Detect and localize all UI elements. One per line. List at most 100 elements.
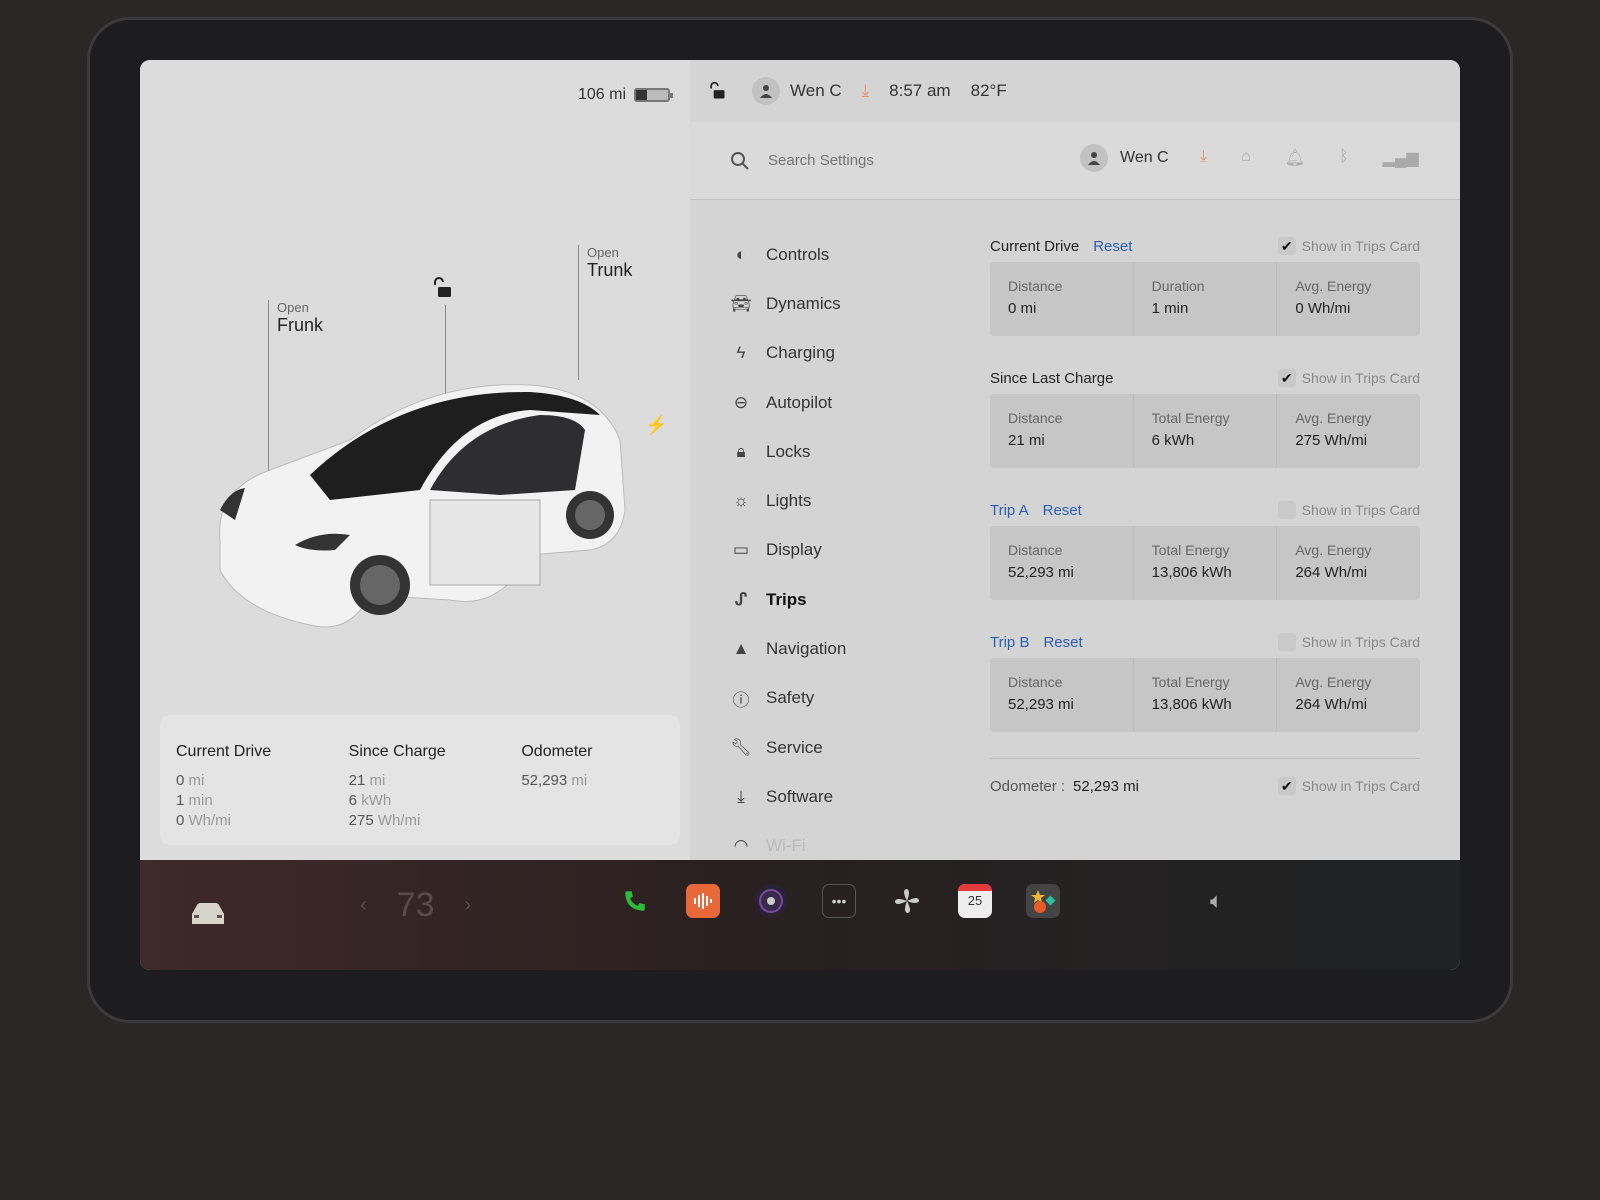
wifi-icon: ◠ xyxy=(733,836,749,856)
bluetooth-icon[interactable]: ᛒ xyxy=(1339,148,1349,168)
show-in-trips-card-checkbox[interactable]: ✔ Show in Trips Card xyxy=(1277,369,1420,387)
nav-item-label: Lights xyxy=(766,491,812,511)
bolt-icon: ϟ xyxy=(736,343,746,363)
show-in-trips-card-checkbox[interactable]: ✔ Show in Trips Card xyxy=(1277,777,1420,795)
fan-icon[interactable] xyxy=(890,884,924,918)
profile-button[interactable]: Wen C xyxy=(1080,144,1169,172)
show-in-trips-card-checkbox[interactable]: Show in Trips Card xyxy=(1277,633,1420,651)
homelink-icon[interactable]: ⌂ xyxy=(1241,148,1251,168)
user-icon xyxy=(752,77,780,105)
nav-item-label: Controls xyxy=(766,244,830,264)
climate-control: ‹ 73 › xyxy=(360,886,471,925)
show-in-trips-card-checkbox[interactable]: ✔ Show in Trips Card xyxy=(1277,237,1420,255)
trips-card-title: Current Drive xyxy=(176,743,272,760)
lte-signal-icon: ▂▄▆ xyxy=(1382,150,1419,167)
stat-label: Avg. Energy xyxy=(1295,674,1372,690)
nav-item-autopilot[interactable]: ⊖ Autopilot xyxy=(730,378,970,427)
voice-recorder-icon[interactable] xyxy=(686,884,720,918)
trips-card: Current Drive 0 mi 1 min 0 Wh/mi Since C… xyxy=(160,715,680,845)
profile-name: Wen C xyxy=(1120,149,1169,166)
lock-icon: 🔒︎ xyxy=(736,441,746,461)
toybox-icon[interactable] xyxy=(1026,884,1060,918)
stat-cell: Avg. Energy 0 Wh/mi xyxy=(1277,262,1420,336)
camera-icon[interactable] xyxy=(754,884,788,918)
trip-b-section: Trip B Reset Show in Trips Card Distance… xyxy=(990,626,1420,732)
checkbox-label: Show in Trips Card xyxy=(1301,238,1420,254)
nav-item-label: Software xyxy=(766,786,834,806)
reset-current-drive-button[interactable]: Reset xyxy=(1093,238,1132,255)
nav-item-navigation[interactable]: ▲ Navigation xyxy=(730,624,970,673)
unit: mi xyxy=(571,772,588,789)
odometer-value: 52,293 mi xyxy=(1073,777,1139,795)
search-settings-input[interactable] xyxy=(768,152,1068,169)
outside-temperature: 82°F xyxy=(970,81,1007,100)
unit: Wh/mi xyxy=(188,812,232,829)
steering-wheel-icon: ⊖ xyxy=(733,392,749,412)
nav-item-software[interactable]: ⤓ Software xyxy=(730,772,970,821)
unlocked-icon xyxy=(710,81,725,99)
stats-panel: Distance 52,293 mi Total Energy 13,806 kWh A… xyxy=(990,526,1420,600)
calendar-day: 25 xyxy=(967,893,983,908)
nav-item-locks[interactable]: 🔒︎ Locks xyxy=(730,427,970,476)
stat-cell: Distance 0 mi xyxy=(990,262,1134,336)
current-drive-section: Current Drive Reset ✔ Show in Trips Card … xyxy=(990,230,1420,336)
unit: mi xyxy=(369,772,386,789)
temp-up-button[interactable]: › xyxy=(465,894,472,917)
unit: min xyxy=(188,792,213,809)
odometer-value: 52,293 xyxy=(521,772,568,789)
nav-item-lights[interactable]: ☼ Lights xyxy=(730,476,970,525)
nav-item-safety[interactable]: ⓘ Safety xyxy=(730,674,970,723)
calendar-header xyxy=(958,884,992,891)
download-icon[interactable]: ⤓ xyxy=(1200,148,1207,168)
car-unlock-button[interactable] xyxy=(430,276,454,305)
volume-icon[interactable]: 🔈︎ xyxy=(1210,888,1223,914)
nav-item-controls[interactable]: ◐ Controls xyxy=(730,230,970,279)
stat-value: 52,293 mi xyxy=(1008,564,1074,581)
nav-item-dynamics[interactable]: 🚘︎ Dynamics xyxy=(730,279,970,328)
nav-item-service[interactable]: 🔧︎ Service xyxy=(730,723,970,772)
car-button-icon[interactable] xyxy=(188,900,228,926)
reset-trip-b-button[interactable]: Reset xyxy=(1043,634,1082,651)
nav-item-label: Navigation xyxy=(766,639,847,659)
stat-label: Distance xyxy=(1008,410,1063,426)
temp-down-button[interactable]: ‹ xyxy=(360,894,367,917)
frunk-action: Open xyxy=(277,300,309,315)
unit: kWh xyxy=(361,792,392,809)
clock: 8:57 am xyxy=(889,81,951,100)
stat-value: 52,293 mi xyxy=(1008,696,1074,713)
reset-trip-a-button[interactable]: Reset xyxy=(1043,502,1082,519)
odometer-label: Odometer : xyxy=(990,777,1066,795)
stat-cell: Distance 21 mi xyxy=(990,394,1134,468)
nav-item-label: Service xyxy=(766,737,823,757)
car-image xyxy=(219,384,626,628)
calendar-icon[interactable]: 25 xyxy=(958,884,992,918)
lock-toggle-button[interactable] xyxy=(702,76,732,106)
stat-value: 13,806 kWh xyxy=(1151,564,1232,581)
bell-icon[interactable]: 🔔︎ xyxy=(1285,148,1305,168)
stat-cell: Distance 52,293 mi xyxy=(990,526,1134,600)
nav-item-display[interactable]: ▭ Display xyxy=(730,526,970,575)
cabin-temperature[interactable]: 73 xyxy=(397,886,435,925)
stat-label: Distance xyxy=(1008,278,1063,294)
more-icon[interactable]: ••• xyxy=(822,884,856,918)
phone-icon[interactable] xyxy=(618,884,652,918)
checkbox-label: Show in Trips Card xyxy=(1301,778,1420,794)
stat-value: 6 kWh xyxy=(1151,432,1195,449)
app-launcher: ••• 25 xyxy=(618,884,1060,918)
profile-button[interactable]: Wen C xyxy=(752,77,842,105)
show-in-trips-card-checkbox[interactable]: Show in Trips Card xyxy=(1277,501,1420,519)
alert-circle-icon: ⓘ xyxy=(732,690,750,710)
profile-name: Wen C xyxy=(790,81,842,100)
charge-port-icon[interactable]: ⚡ xyxy=(645,415,667,436)
nav-item-label: Locks xyxy=(766,441,811,461)
stat-label: Total Energy xyxy=(1151,542,1230,558)
checkbox-label: Show in Trips Card xyxy=(1301,634,1420,650)
nav-item-trips[interactable]: ᔑ Trips xyxy=(730,575,970,624)
range-status: 106 mi xyxy=(578,86,673,104)
trunk-label: Trunk xyxy=(587,260,633,280)
car-icon: 🚘︎ xyxy=(730,293,752,313)
nav-item-charging[interactable]: ϟ Charging xyxy=(730,329,970,378)
user-icon xyxy=(1080,144,1108,172)
trunk-callout[interactable]: Open Trunk xyxy=(578,245,632,380)
download-icon[interactable]: ⤓ xyxy=(862,81,870,101)
